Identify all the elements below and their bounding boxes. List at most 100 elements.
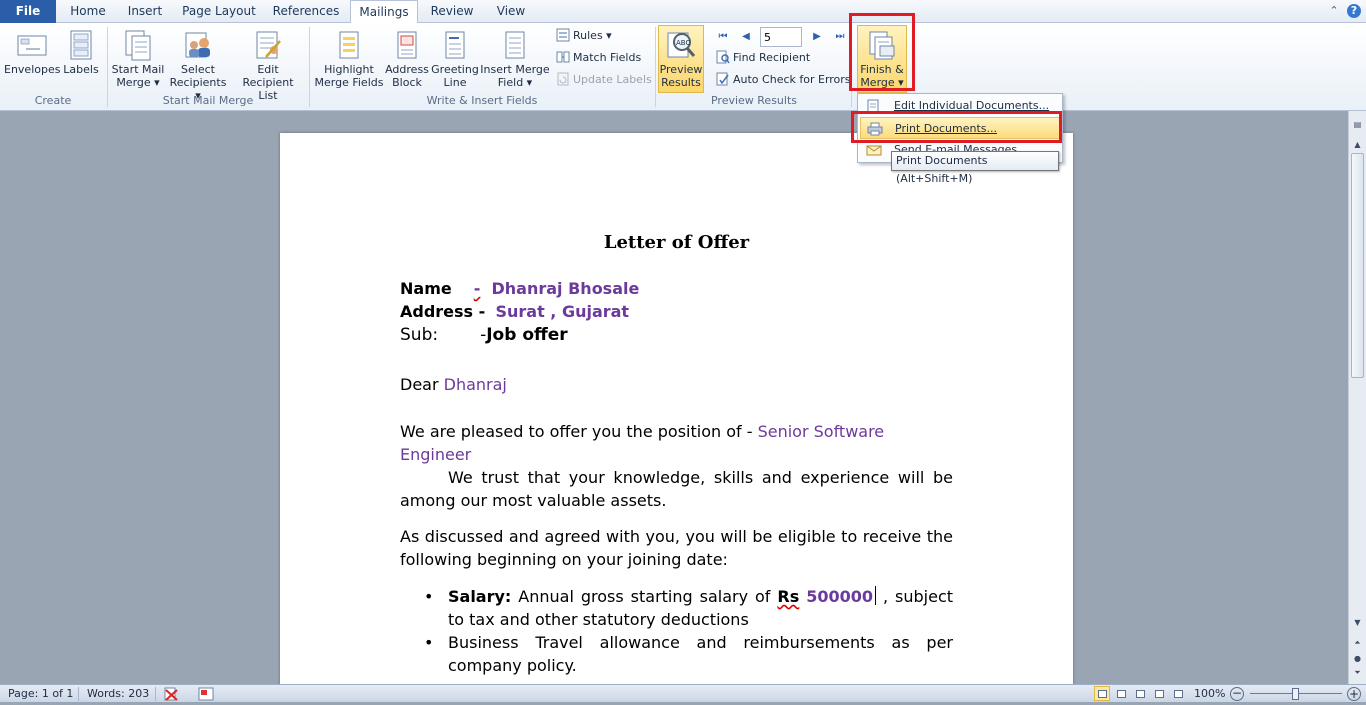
tab-mailings[interactable]: Mailings	[350, 0, 418, 24]
macro-record-icon[interactable]	[198, 687, 214, 701]
find-recipient-icon	[716, 50, 730, 64]
address-block-icon	[391, 29, 423, 61]
trust-paragraph: We trust that your knowledge, skills and…	[400, 468, 953, 510]
salary-currency: Rs	[777, 587, 800, 606]
rules-icon	[556, 28, 570, 42]
next-record-button[interactable]: ▶	[810, 28, 824, 46]
select-browse-object-icon[interactable]: ●	[1352, 653, 1363, 664]
status-separator	[155, 687, 156, 701]
previous-record-button[interactable]: ◀	[739, 28, 753, 46]
proofing-icon[interactable]	[163, 687, 179, 701]
address-block-button[interactable]: Address Block	[384, 29, 430, 89]
full-screen-reading-view-icon[interactable]	[1113, 686, 1129, 701]
labels-label: Labels	[63, 63, 99, 76]
status-separator	[78, 687, 79, 701]
sub-label: Sub:	[400, 325, 439, 345]
tab-view[interactable]: View	[488, 0, 534, 23]
find-recipient-button[interactable]: Find Recipient	[716, 49, 810, 67]
dear-name: Dhanraj	[443, 375, 507, 394]
zoom-in-icon[interactable]: +	[1347, 687, 1361, 701]
edit-list-icon	[252, 29, 284, 61]
web-layout-view-icon[interactable]	[1132, 686, 1148, 701]
minimize-ribbon-icon[interactable]: ⌃	[1327, 4, 1341, 18]
benefits-list: Salary: Annual gross starting salary of …	[400, 585, 953, 677]
svg-text:ABC: ABC	[676, 39, 690, 47]
tab-page-layout[interactable]: Page Layout	[178, 0, 260, 23]
preview-results-icon: ABC	[665, 29, 697, 61]
insert-merge-field-button[interactable]: Insert Merge Field ▾	[480, 29, 550, 89]
scroll-down-icon[interactable]: ▼	[1352, 617, 1363, 628]
highlight-fields-icon	[333, 29, 365, 61]
preview-results-button[interactable]: ABC Preview Results	[658, 25, 704, 93]
discussed-paragraph: As discussed and agreed with you, you wi…	[400, 527, 953, 569]
email-icon	[866, 143, 882, 157]
salary-value: 500000	[806, 587, 874, 606]
position-text: We are pleased to offer you the position…	[400, 422, 753, 441]
auto-check-errors-button[interactable]: Auto Check for Errors	[716, 71, 851, 89]
edit-recipient-list-button[interactable]: Edit Recipient List	[232, 29, 304, 102]
match-fields-button[interactable]: Match Fields	[556, 49, 641, 67]
zoom-level[interactable]: 100%	[1194, 687, 1225, 701]
tab-home[interactable]: Home	[62, 0, 114, 23]
outline-view-icon[interactable]	[1151, 686, 1167, 701]
rules-button[interactable]: Rules ▾	[556, 27, 612, 45]
document-page[interactable]: Letter of Offer Name - Dhanraj Bhosale Ad…	[280, 133, 1073, 684]
highlight-merge-fields-button[interactable]: Highlight Merge Fields	[314, 29, 384, 89]
auto-check-label: Auto Check for Errors	[733, 73, 851, 86]
zoom-out-icon[interactable]: −	[1230, 687, 1244, 701]
word-count[interactable]: Words: 203	[87, 687, 149, 701]
preview-results-label-2: Results	[661, 76, 701, 89]
select-recipients-button[interactable]: Select Recipients ▾	[166, 29, 230, 102]
preview-results-label-1: Preview	[659, 63, 703, 76]
group-write-insert-label: Write & Insert Fields	[426, 94, 538, 107]
status-bar: Page: 1 of 1 Words: 203 100% − +	[0, 684, 1366, 702]
tab-review[interactable]: Review	[424, 0, 480, 23]
ruler-toggle-icon[interactable]: ▤	[1352, 119, 1363, 130]
position-line: We are pleased to offer you the position…	[400, 420, 953, 466]
first-record-button[interactable]: ⏮	[716, 28, 730, 46]
greeting-line-label-1: Greeting	[431, 63, 479, 76]
scroll-up-icon[interactable]: ▲	[1352, 139, 1363, 150]
insert-field-icon	[499, 29, 531, 61]
vertical-scrollbar[interactable]: ▤ ▲ ▼ ⏶ ● ⏷	[1348, 111, 1366, 684]
tab-file[interactable]: File	[0, 0, 56, 23]
name-dash: -	[473, 279, 481, 298]
text-cursor	[875, 586, 877, 605]
last-record-button[interactable]: ⏭	[833, 28, 847, 46]
finish-merge-highlight	[849, 13, 915, 91]
print-documents-tooltip: Print Documents (Alt+Shift+M)	[891, 151, 1059, 185]
highlight-label-2: Merge Fields	[314, 76, 384, 89]
zoom-slider-thumb[interactable]	[1292, 688, 1299, 700]
page-count[interactable]: Page: 1 of 1	[8, 687, 73, 701]
previous-page-icon[interactable]: ⏶	[1352, 637, 1363, 648]
address-line: Address - Surat , Gujarat	[400, 300, 953, 323]
tab-insert[interactable]: Insert	[120, 0, 170, 23]
next-page-icon[interactable]: ⏷	[1352, 667, 1363, 678]
print-layout-view-icon[interactable]	[1094, 686, 1110, 701]
draft-view-icon[interactable]	[1170, 686, 1186, 701]
first-record-icon: ⏮	[718, 31, 728, 42]
ribbon-tab-bar: File Home Insert Page Layout References …	[0, 0, 1366, 24]
greeting-line-button[interactable]: Greeting Line	[430, 29, 480, 89]
go-to-record-input[interactable]	[760, 27, 802, 47]
update-labels-button[interactable]: Update Labels	[556, 71, 652, 89]
salary-label: Salary:	[448, 587, 512, 606]
travel-text: Business Travel allowance and reimbursem…	[448, 633, 953, 675]
highlight-label-1: Highlight	[324, 63, 374, 76]
help-icon[interactable]: ?	[1347, 4, 1361, 18]
insert-merge-field-label-1: Insert Merge	[480, 63, 550, 76]
scrollbar-thumb[interactable]	[1351, 153, 1364, 378]
print-documents-highlight	[851, 111, 1062, 143]
group-start-mail-merge-label: Start Mail Merge	[162, 94, 254, 107]
tab-references[interactable]: References	[268, 0, 344, 23]
name-label: Name	[400, 279, 452, 298]
subject-line: Sub: -Job offer	[400, 324, 953, 347]
update-labels-label: Update Labels	[573, 73, 652, 86]
envelopes-button[interactable]: Envelopes	[4, 29, 60, 76]
name-value: Dhanraj Bhosale	[491, 279, 640, 298]
greeting-line-label-2: Line	[443, 76, 467, 89]
start-mail-merge-button[interactable]: Start Mail Merge ▾	[110, 29, 166, 89]
labels-button[interactable]: Labels	[62, 29, 100, 76]
name-line: Name - Dhanraj Bhosale	[400, 277, 953, 300]
labels-icon	[65, 29, 97, 61]
